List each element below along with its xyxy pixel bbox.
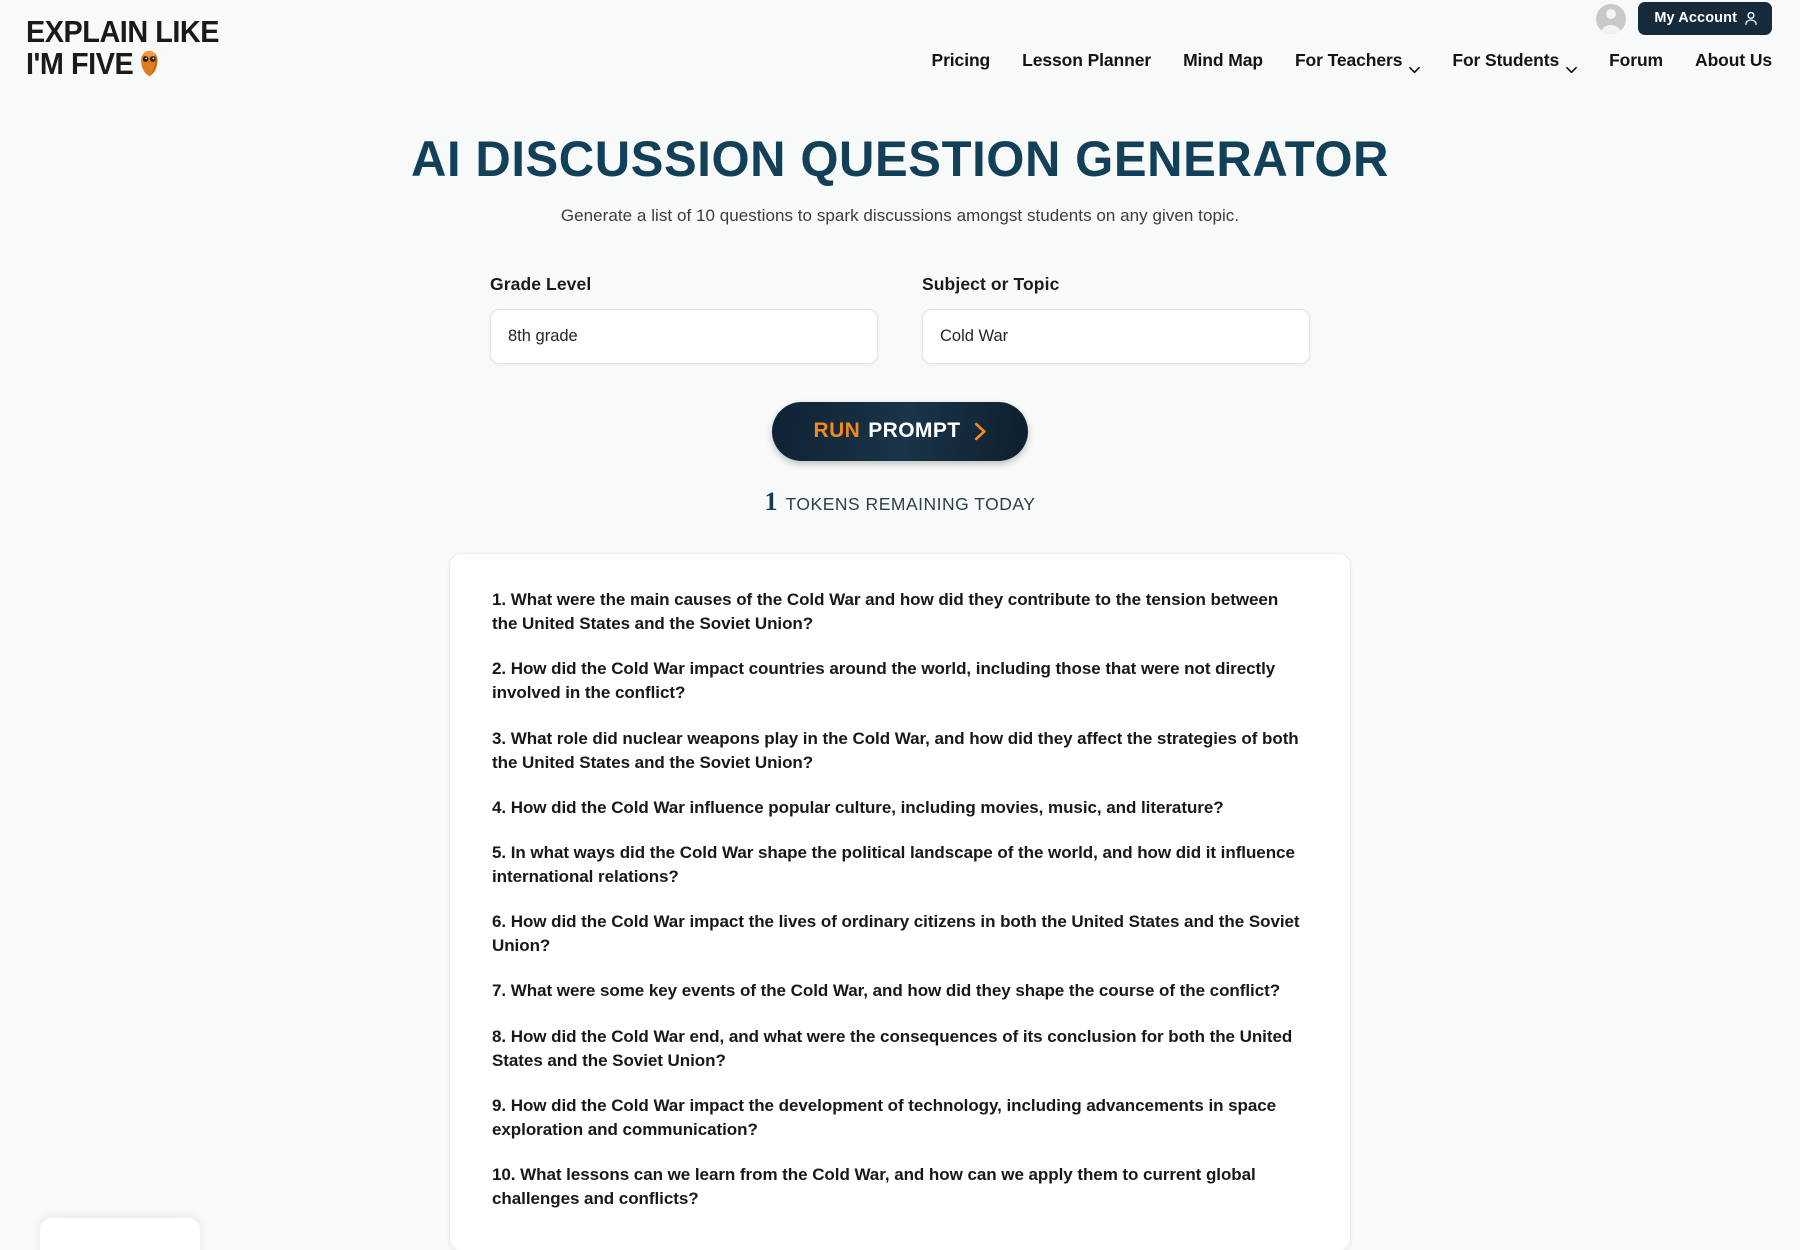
question-item: 3. What role did nuclear weapons play in… — [492, 728, 1299, 772]
main-navigation: Pricing Lesson Planner Mind Map For Teac… — [932, 50, 1772, 73]
run-accent-word: RUN — [813, 419, 861, 442]
my-account-button[interactable]: My Account — [1638, 2, 1772, 35]
nav-item-forum[interactable]: Forum — [1609, 50, 1663, 71]
nav-label: For Students — [1452, 50, 1560, 70]
grade-level-input[interactable] — [490, 309, 878, 364]
run-main-word: PROMPT — [868, 419, 961, 442]
site-header: EXPLAIN LIKE I'M FIVE My Account Pricing… — [0, 0, 1800, 112]
logo-line-1: EXPLAIN LIKE — [26, 14, 220, 49]
nav-label: Pricing — [931, 50, 991, 70]
nav-label: Lesson Planner — [1022, 50, 1152, 70]
nav-item-for-students[interactable]: For Students — [1452, 50, 1577, 73]
avatar[interactable] — [1596, 3, 1627, 34]
owl-icon — [135, 49, 164, 78]
chevron-down-icon — [1566, 58, 1577, 73]
question-item: 4. How did the Cold War influence popula… — [492, 797, 1224, 817]
account-bar: My Account — [1596, 2, 1772, 35]
site-logo[interactable]: EXPLAIN LIKE I'M FIVE — [26, 16, 236, 80]
subject-topic-field: Subject or Topic — [922, 274, 1310, 364]
run-prompt-button[interactable]: RUN PROMPT — [771, 402, 1029, 461]
nav-item-mind-map[interactable]: Mind Map — [1183, 50, 1263, 71]
nav-item-pricing[interactable]: Pricing — [932, 50, 991, 71]
page-title: AI Discussion Question Generator — [410, 131, 1390, 187]
chevron-right-icon — [973, 422, 988, 441]
token-count: 1 — [764, 487, 778, 516]
logo-line-2: I'M FIVE — [26, 45, 134, 81]
run-button-container: RUN PROMPT — [0, 402, 1800, 461]
nav-label: Forum — [1609, 50, 1664, 70]
nav-label: Mind Map — [1183, 50, 1263, 70]
page-subtitle: Generate a list of 10 questions to spark… — [560, 206, 1240, 225]
question-item: 1. What were the main causes of the Cold… — [492, 590, 1279, 634]
tokens-remaining: 1 TOKENS REMAINING TODAY — [0, 489, 1800, 515]
nav-label: For Teachers — [1294, 50, 1403, 70]
grade-level-label: Grade Level — [490, 274, 592, 294]
chevron-down-icon — [1409, 58, 1421, 73]
question-item: 10. What lessons can we learn from the C… — [492, 1165, 1256, 1209]
nav-item-for-teachers[interactable]: For Teachers — [1294, 50, 1421, 73]
nav-item-lesson-planner[interactable]: Lesson Planner — [1022, 50, 1151, 71]
token-label: TOKENS REMAINING TODAY — [785, 494, 1036, 514]
nav-label: About Us — [1695, 50, 1772, 70]
hero-section: AI Discussion Question Generator Generat… — [0, 130, 1800, 226]
question-item: 6. How did the Cold War impact the lives… — [492, 912, 1300, 956]
subject-topic-label: Subject or Topic — [922, 274, 1060, 294]
question-item: 8. How did the Cold War end, and what we… — [492, 1026, 1293, 1070]
person-icon — [1744, 11, 1758, 26]
results-card: 1. What were the main causes of the Cold… — [449, 553, 1351, 1250]
question-item: 7. What were some key events of the Cold… — [492, 981, 1281, 1001]
subject-topic-input[interactable] — [922, 309, 1310, 364]
nav-item-about-us[interactable]: About Us — [1695, 50, 1772, 71]
question-item: 2. How did the Cold War impact countries… — [492, 659, 1276, 703]
question-item: 9. How did the Cold War impact the devel… — [492, 1095, 1277, 1139]
question-item: 5. In what ways did the Cold War shape t… — [492, 842, 1295, 886]
my-account-label: My Account — [1654, 10, 1737, 27]
grade-level-field: Grade Level — [490, 274, 878, 364]
corner-widget[interactable] — [40, 1218, 200, 1250]
generator-form: Grade Level Subject or Topic — [490, 274, 1310, 364]
